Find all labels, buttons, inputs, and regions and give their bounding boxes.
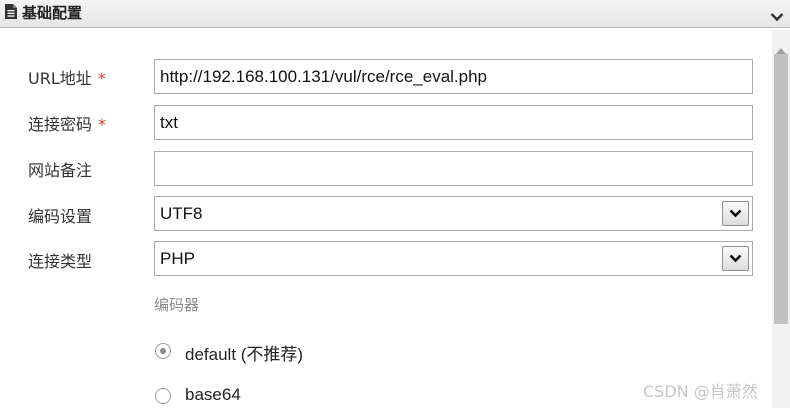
encoder-label: 编码器 [154,296,200,314]
scrollbar-thumb[interactable] [774,54,788,324]
url-label: URL地址 * [28,65,106,89]
panel-title: 基础配置 [22,4,83,22]
encoding-dropdown-button[interactable] [722,201,749,226]
type-dropdown-button[interactable] [722,246,749,271]
radio-dot [160,348,166,354]
url-label-text: URL地址 [28,69,92,88]
type-select[interactable]: PHP [154,241,753,276]
password-label: 连接密码 * [28,111,106,135]
note-input[interactable] [154,151,753,186]
chevron-down-icon [729,254,742,263]
encoding-selected-value: UTF8 [160,204,203,223]
chevron-down-icon [729,209,742,218]
encoding-select[interactable]: UTF8 [154,196,753,231]
password-label-text: 连接密码 [28,115,93,134]
radio-button-checked[interactable] [155,343,171,359]
encoder-option-label: default (不推荐) [185,345,304,364]
radio-button[interactable] [155,388,171,404]
vertical-scrollbar[interactable] [772,30,790,408]
password-input[interactable] [154,105,753,140]
required-mark: * [98,115,107,134]
config-panel-header[interactable]: 基础配置 [0,0,790,28]
type-selected-value: PHP [160,249,195,268]
chevron-down-icon[interactable] [770,7,784,26]
watermark: CSDN @肖萧然 [643,382,758,401]
required-mark: * [97,69,106,88]
url-input[interactable] [154,59,753,94]
type-label: 连接类型 [28,252,93,271]
encoder-option-label: base64 [185,385,241,404]
document-icon [4,3,18,24]
note-label: 网站备注 [28,161,93,180]
encoding-label: 编码设置 [28,207,93,226]
